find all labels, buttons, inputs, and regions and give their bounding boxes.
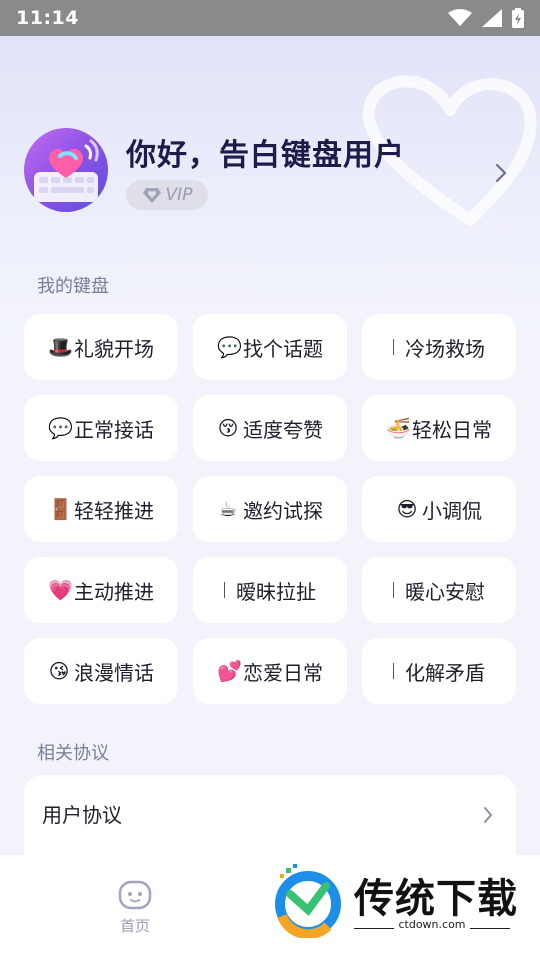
keyboard-card-label: 暧昧拉扯 (236, 579, 316, 604)
keyboard-card[interactable]: 冷场救场 (362, 314, 516, 380)
keyboard-card-emoji-icon (224, 582, 232, 598)
status-bar: 11:14 (0, 0, 540, 36)
agreements-title: 相关协议 (37, 743, 109, 764)
keyboard-card-emoji-icon: ☕ (219, 497, 237, 521)
keyboard-card[interactable]: 💬 正常接话 (24, 395, 178, 461)
keyboard-card-label: 小调侃 (422, 498, 482, 523)
keyboard-card[interactable]: 😎 小调侃 (362, 476, 516, 542)
watermark: 传统下载 ctdown.com (268, 862, 518, 942)
chevron-right-icon (484, 807, 492, 823)
wifi-icon (448, 9, 472, 26)
keyboard-card-emoji-icon: 😎 (396, 497, 418, 521)
keyboard-card-label: 轻轻推进 (74, 498, 154, 523)
keyboard-card[interactable]: 😚 适度夸赞 (193, 395, 347, 461)
diamond-heart-icon (142, 188, 161, 203)
keyboard-card-label: 找个话题 (243, 336, 323, 361)
keyboard-card[interactable]: 💬 找个话题 (193, 314, 347, 380)
keyboard-card-emoji-icon: 🎩 (48, 335, 73, 359)
watermark-text: 传统下载 (354, 876, 518, 922)
keyboard-card-emoji-icon: 🚪 (48, 497, 73, 521)
keyboard-card-label: 暖心安慰 (405, 579, 485, 604)
avatar[interactable] (24, 128, 108, 212)
keyboard-card-emoji-icon (393, 663, 401, 679)
keyboard-card[interactable]: 💗 主动推进 (24, 557, 178, 623)
keyboard-card-label: 轻松日常 (412, 417, 492, 442)
keyboard-grid: 🎩 礼貌开场 💬 找个话题 冷场救场 💬 正常接话 😚 适度夸赞 🍜 轻松日常 🚪 轻轻推进 ☕ 邀约试探 😎… (24, 314, 516, 704)
keyboard-card-label: 浪漫情话 (74, 660, 154, 685)
user-agreement-label: 用户协议 (42, 802, 122, 827)
watermark-logo-icon (275, 864, 341, 938)
my-keyboards-title: 我的键盘 (37, 276, 109, 297)
user-agreement-row[interactable]: 用户协议 (24, 775, 516, 855)
keyboard-card-emoji-icon (393, 339, 401, 355)
keyboard-card[interactable]: ☕ 邀约试探 (193, 476, 347, 542)
keyboard-card[interactable]: 暖心安慰 (362, 557, 516, 623)
keyboard-card-emoji-icon: 💬 (217, 335, 242, 359)
keyboard-card-label: 主动推进 (74, 579, 154, 604)
keyboard-card[interactable]: 🚪 轻轻推进 (24, 476, 178, 542)
keyboard-card-emoji-icon: 😚 (217, 416, 239, 440)
profile-header[interactable]: 你好，告白键盘用户 VIP (24, 128, 516, 218)
keyboard-card[interactable]: 🎩 礼貌开场 (24, 314, 178, 380)
keyboard-card-emoji-icon: 😘 (48, 659, 70, 683)
signal-icon (482, 9, 502, 27)
keyboard-card-label: 正常接话 (74, 417, 154, 442)
keyboard-card[interactable]: 💕 恋爱日常 (193, 638, 347, 704)
watermark-line-right (470, 928, 510, 929)
keyboard-card-emoji-icon: 🍜 (386, 416, 411, 440)
status-time: 11:14 (16, 7, 79, 29)
keyboard-card-emoji-icon: 💗 (48, 578, 73, 602)
keyboard-card[interactable]: 🍜 轻松日常 (362, 395, 516, 461)
status-icons (448, 8, 524, 28)
keyboard-card-label: 适度夸赞 (243, 417, 323, 442)
nav-home-tab[interactable]: 首页 (110, 879, 160, 936)
keyboard-card-label: 邀约试探 (243, 498, 323, 523)
keyboard-card-label: 化解矛盾 (405, 660, 485, 685)
keyboard-card[interactable]: 😘 浪漫情话 (24, 638, 178, 704)
home-icon (118, 880, 152, 910)
vip-label: VIP (165, 185, 193, 205)
keyboard-card-emoji-icon (393, 582, 401, 598)
battery-icon (512, 8, 524, 28)
keyboard-card-label: 礼貌开场 (74, 336, 154, 361)
keyboard-card-label: 恋爱日常 (243, 660, 323, 685)
watermark-url: ctdown.com (398, 918, 466, 931)
keyboard-card[interactable]: 暧昧拉扯 (193, 557, 347, 623)
vip-badge[interactable]: VIP (126, 180, 208, 210)
nav-home-label: 首页 (119, 917, 150, 935)
keyboard-card[interactable]: 化解矛盾 (362, 638, 516, 704)
keyboard-card-label: 冷场救场 (405, 336, 485, 361)
keyboard-card-emoji-icon: 💕 (217, 659, 242, 683)
chevron-right-icon[interactable] (494, 162, 508, 184)
greeting-title: 你好，告白键盘用户 (126, 138, 405, 173)
keyboard-card-emoji-icon: 💬 (48, 416, 73, 440)
keyboard-heart-icon (34, 139, 99, 202)
